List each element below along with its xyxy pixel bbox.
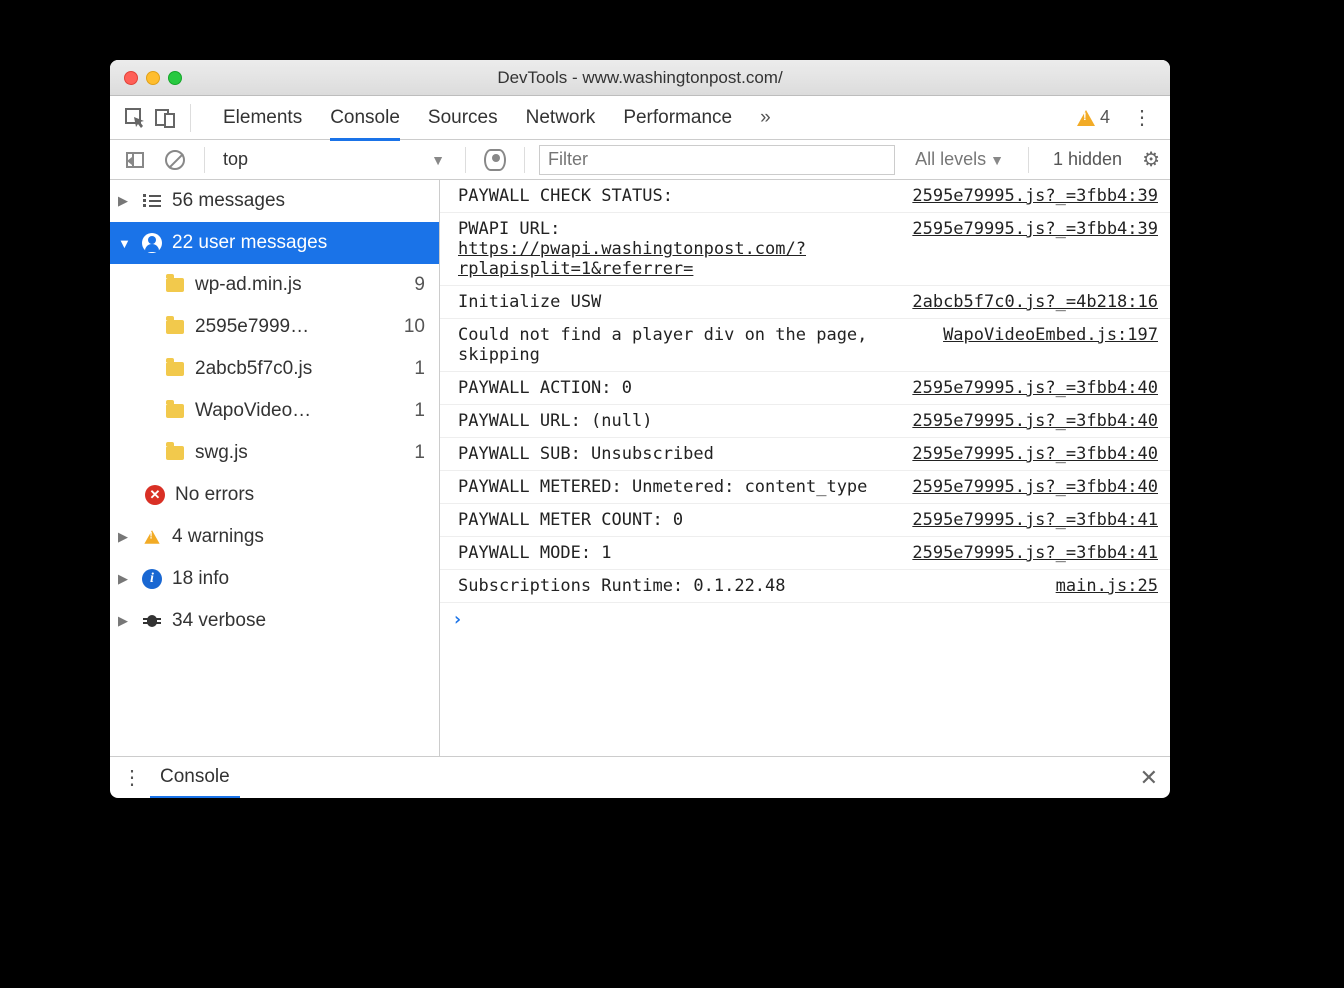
console-log-row[interactable]: PAYWALL URL: (null) 2595e79995.js?_=3fbb4… [440, 405, 1170, 438]
chevron-down-icon: ▼ [431, 152, 445, 168]
console-settings-icon[interactable]: ⚙ [1142, 147, 1160, 172]
tab-network[interactable]: Network [526, 107, 596, 129]
console-log-row[interactable]: Subscriptions Runtime: 0.1.22.48 main.js:… [440, 570, 1170, 603]
sidebar-file-item[interactable]: 2abcb5f7c0.js 1 [110, 348, 439, 390]
console-log-source-link[interactable]: WapoVideoEmbed.js:197 [943, 325, 1158, 345]
tab-console[interactable]: Console [330, 107, 400, 141]
folder-icon [164, 446, 186, 460]
console-log-row[interactable]: PAYWALL MODE: 1 2595e79995.js?_=3fbb4:41 [440, 537, 1170, 570]
info-icon: i [141, 569, 163, 589]
devtools-window: DevTools - www.washingtonpost.com/ Eleme… [110, 60, 1170, 798]
user-icon [141, 233, 163, 253]
hidden-count[interactable]: 1 hidden [1043, 149, 1132, 170]
clear-console-icon[interactable] [160, 145, 190, 175]
console-log-source-link[interactable]: 2595e79995.js?_=3fbb4:40 [912, 411, 1158, 431]
console-log-inline-link[interactable]: https://pwapi.washingtonpost.com/?rplapi… [458, 239, 806, 279]
tab-elements[interactable]: Elements [223, 107, 302, 129]
console-log-message: PAYWALL MODE: 1 [458, 543, 900, 563]
sidebar-item-user-messages[interactable]: ▼ 22 user messages [110, 222, 439, 264]
live-expression-icon[interactable] [480, 145, 510, 175]
list-icon [141, 194, 163, 208]
console-log-message: Could not find a player div on the page,… [458, 325, 931, 365]
close-drawer-icon[interactable]: ✕ [1140, 765, 1158, 791]
sidebar-file-item[interactable]: 2595e7999… 10 [110, 306, 439, 348]
console-log-message: PAYWALL CHECK STATUS: [458, 186, 900, 206]
console-log-row[interactable]: PAYWALL METER COUNT: 0 2595e79995.js?_=3f… [440, 504, 1170, 537]
tabs-overflow-icon[interactable]: » [760, 107, 771, 129]
device-toolbar-icon[interactable] [150, 103, 180, 133]
console-log-source-link[interactable]: 2595e79995.js?_=3fbb4:40 [912, 477, 1158, 497]
console-log-source-link[interactable]: 2595e79995.js?_=3fbb4:40 [912, 444, 1158, 464]
context-label: top [223, 149, 248, 170]
chevron-right-icon: ▶ [118, 571, 132, 587]
titlebar: DevTools - www.washingtonpost.com/ [110, 60, 1170, 96]
tab-sources[interactable]: Sources [428, 107, 498, 129]
console-log-message: PAYWALL ACTION: 0 [458, 378, 900, 398]
drawer: ⋮ Console ✕ [110, 756, 1170, 798]
warning-count: 4 [1100, 107, 1110, 128]
sidebar-item-warnings[interactable]: ▶ 4 warnings [110, 516, 439, 558]
console-log-row[interactable]: Initialize USW 2abcb5f7c0.js?_=4b218:16 [440, 286, 1170, 319]
console-log-message: PAYWALL METERED: Unmetered: content_type [458, 477, 900, 497]
console-log-source-link[interactable]: 2abcb5f7c0.js?_=4b218:16 [912, 292, 1158, 312]
sidebar-item-errors[interactable]: ✕ No errors [110, 474, 439, 516]
window-title: DevTools - www.washingtonpost.com/ [110, 68, 1170, 88]
console-log-message: PWAPI URL: https://pwapi.washingtonpost.… [458, 219, 900, 279]
devtools-menu-icon[interactable]: ⋮ [1124, 105, 1160, 130]
drawer-menu-icon[interactable]: ⋮ [122, 765, 150, 790]
folder-icon [164, 320, 186, 334]
filter-input[interactable] [539, 145, 895, 175]
console-toolbar: top ▼ All levels ▼ 1 hidden ⚙ [110, 140, 1170, 180]
panel-tabs: Elements Console Sources Network Perform… [223, 107, 771, 129]
toggle-sidebar-icon[interactable] [120, 145, 150, 175]
console-log-source-link[interactable]: 2595e79995.js?_=3fbb4:40 [912, 378, 1158, 398]
issues-warning-badge[interactable]: 4 [1077, 107, 1110, 128]
tabs-row: Elements Console Sources Network Perform… [110, 96, 1170, 140]
sidebar-item-verbose[interactable]: ▶ 34 verbose [110, 600, 439, 642]
console-prompt[interactable]: › [440, 603, 1170, 636]
inspect-element-icon[interactable] [120, 103, 150, 133]
console-log-row[interactable]: Could not find a player div on the page,… [440, 319, 1170, 372]
console-log-message: PAYWALL METER COUNT: 0 [458, 510, 900, 530]
console-log-row[interactable]: PAYWALL SUB: Unsubscribed 2595e79995.js?_… [440, 438, 1170, 471]
console-log-row[interactable]: PWAPI URL: https://pwapi.washingtonpost.… [440, 213, 1170, 286]
folder-icon [164, 404, 186, 418]
chevron-down-icon: ▼ [118, 236, 132, 251]
bug-icon [141, 613, 163, 629]
chevron-right-icon: ▶ [118, 529, 132, 545]
console-log-message: Initialize USW [458, 292, 900, 312]
warning-icon [1077, 110, 1095, 126]
sidebar-item-info[interactable]: ▶ i 18 info [110, 558, 439, 600]
chevron-right-icon: ▶ [118, 613, 132, 629]
console-log-message: PAYWALL URL: (null) [458, 411, 900, 431]
chevron-down-icon: ▼ [990, 152, 1004, 168]
console-main: ▶ 56 messages ▼ 22 user messages wp-ad.m… [110, 180, 1170, 756]
sidebar-file-item[interactable]: swg.js 1 [110, 432, 439, 474]
folder-icon [164, 362, 186, 376]
console-log-source-link[interactable]: 2595e79995.js?_=3fbb4:39 [912, 219, 1158, 239]
sidebar-file-item[interactable]: wp-ad.min.js 9 [110, 264, 439, 306]
log-levels-selector[interactable]: All levels ▼ [905, 149, 1014, 170]
console-log-source-link[interactable]: 2595e79995.js?_=3fbb4:39 [912, 186, 1158, 206]
console-log-row[interactable]: PAYWALL CHECK STATUS: 2595e79995.js?_=3fb… [440, 180, 1170, 213]
sidebar-item-messages[interactable]: ▶ 56 messages [110, 180, 439, 222]
chevron-right-icon: ▶ [118, 193, 132, 209]
console-log-list[interactable]: PAYWALL CHECK STATUS: 2595e79995.js?_=3fb… [440, 180, 1170, 756]
drawer-tab-console[interactable]: Console [150, 766, 240, 798]
console-log-source-link[interactable]: 2595e79995.js?_=3fbb4:41 [912, 543, 1158, 563]
console-log-row[interactable]: PAYWALL METERED: Unmetered: content_type… [440, 471, 1170, 504]
console-log-message: PAYWALL SUB: Unsubscribed [458, 444, 900, 464]
console-log-message: Subscriptions Runtime: 0.1.22.48 [458, 576, 1044, 596]
console-log-source-link[interactable]: main.js:25 [1056, 576, 1158, 596]
console-log-source-link[interactable]: 2595e79995.js?_=3fbb4:41 [912, 510, 1158, 530]
folder-icon [164, 278, 186, 292]
tab-performance[interactable]: Performance [623, 107, 732, 129]
console-sidebar: ▶ 56 messages ▼ 22 user messages wp-ad.m… [110, 180, 440, 756]
warning-icon [141, 529, 163, 545]
context-selector[interactable]: top ▼ [219, 149, 451, 170]
sidebar-file-item[interactable]: WapoVideo… 1 [110, 390, 439, 432]
error-icon: ✕ [144, 485, 166, 505]
console-log-row[interactable]: PAYWALL ACTION: 0 2595e79995.js?_=3fbb4:4… [440, 372, 1170, 405]
